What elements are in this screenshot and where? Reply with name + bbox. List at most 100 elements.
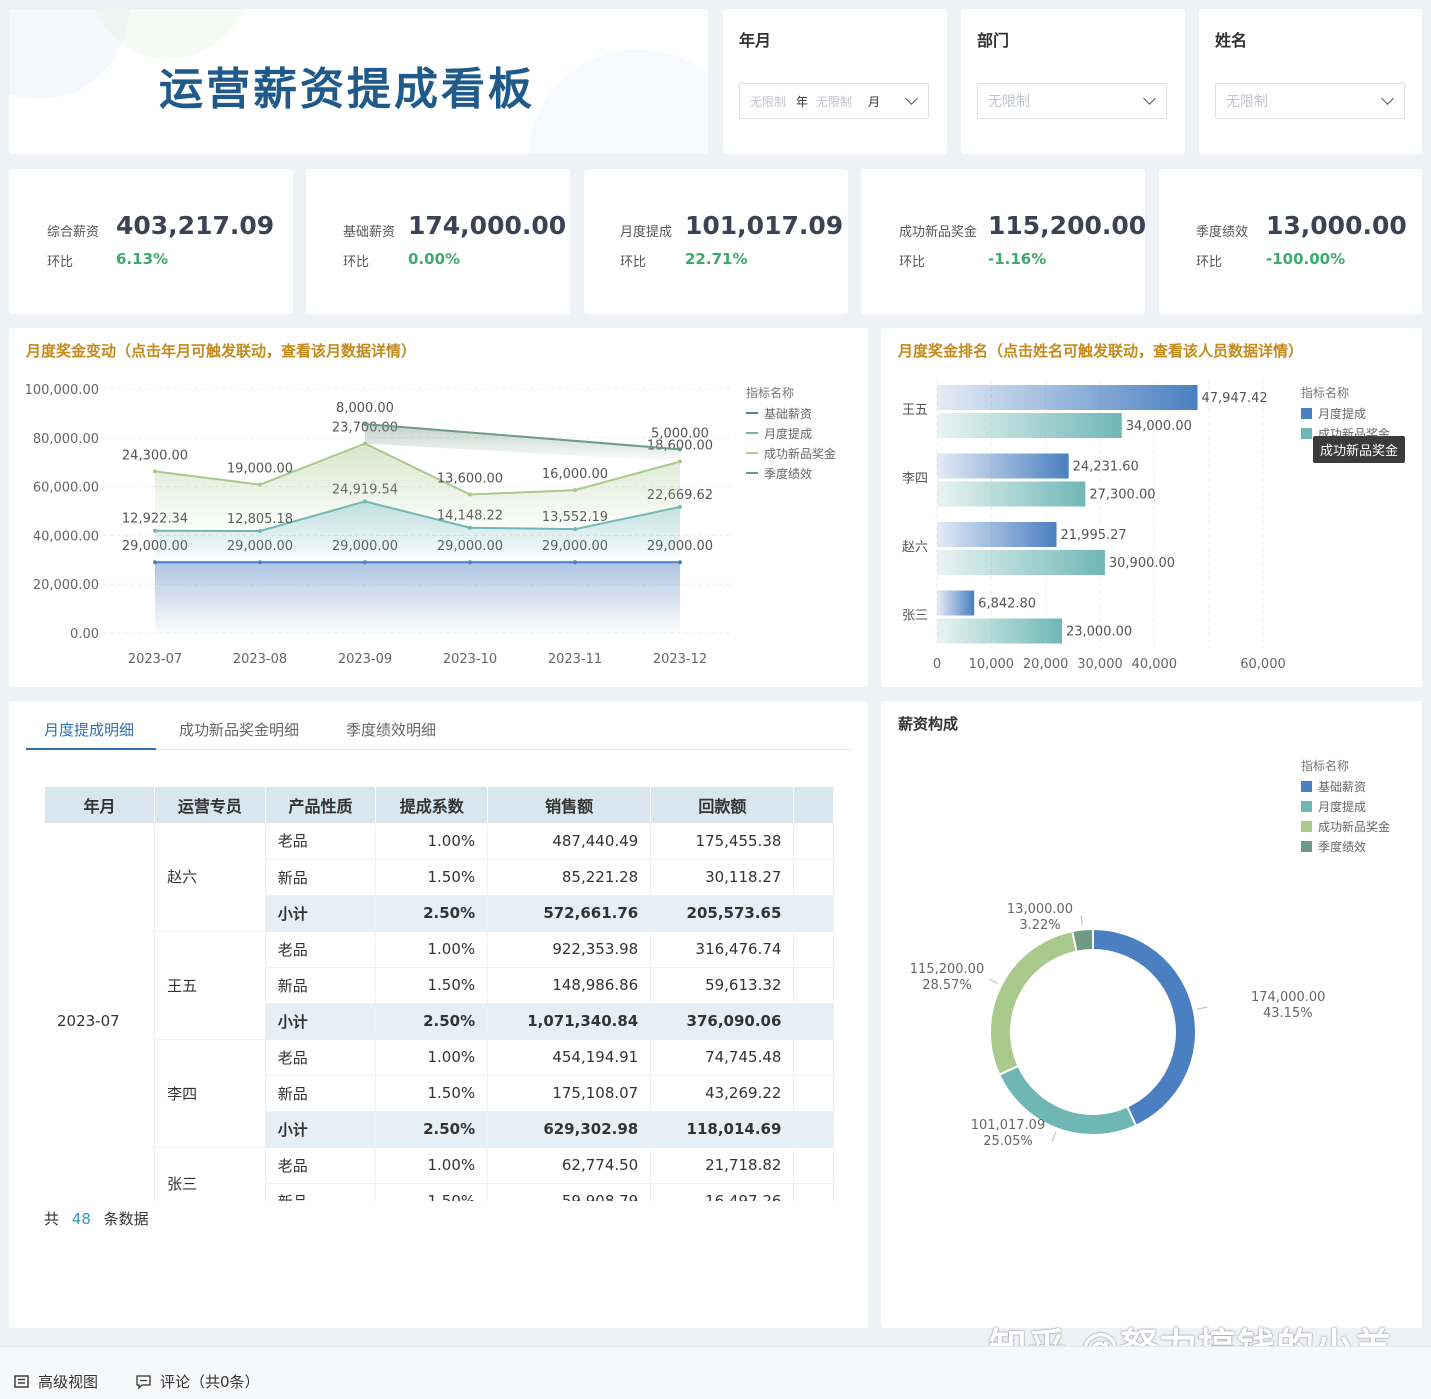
x-tick-label: 2023-09 [338, 652, 392, 667]
filter-dept-label: 部门 [977, 31, 1010, 50]
cell: 376,090.06 [650, 1003, 795, 1040]
legend-item[interactable]: 季度绩效 [746, 463, 836, 483]
legend-item[interactable]: 成功新品奖金 [746, 443, 836, 463]
kpi-card-commission: 月度提成 101,017.09 环比 22.71% [584, 169, 848, 314]
table-row[interactable]: 张三 老品 1.00% 62,774.50 21,718.82 [45, 1147, 834, 1201]
legend-item[interactable]: 月度提成 [746, 423, 836, 443]
legend-swatch [1301, 407, 1312, 419]
kpi-hb-label: 环比 [47, 255, 74, 270]
kpi-hb-label: 环比 [343, 255, 370, 270]
month-select[interactable]: 无限制 年 无限制 月 [739, 83, 929, 119]
year-placeholder: 无限制 [750, 94, 787, 109]
cell: 1.50% [375, 1183, 489, 1201]
bar-label: 34,000.00 [1126, 419, 1192, 434]
cell: 1,071,340.84 [487, 1003, 652, 1040]
month-placeholder: 无限制 [816, 94, 853, 109]
kpi-value: 115,200.00 [988, 211, 1145, 240]
x-tick-label: 20,000 [1023, 657, 1068, 672]
legend-item[interactable]: 基础薪资 [1301, 776, 1390, 796]
cell-overflow [793, 1147, 834, 1184]
kpi-pct: 22.71% [685, 250, 748, 268]
kpi-card-quarterly: 季度绩效 13,000.00 环比 -100.00% [1159, 169, 1422, 314]
cell: 316,476.74 [650, 931, 795, 968]
bar [937, 453, 1069, 479]
cell-overflow [793, 823, 834, 860]
legend-label: 月度提成 [1318, 406, 1367, 421]
cell: 老品 [265, 823, 377, 860]
cell: 59,613.32 [650, 967, 795, 1004]
bar-chart[interactable]: 0 10,000 20,000 30,000 40,000 60,000 王五 47,947.… [881, 328, 1422, 687]
cell: 148,986.86 [487, 967, 652, 1004]
legend-item[interactable]: 季度绩效 [1301, 836, 1390, 856]
legend-item[interactable]: 月度提成 [1301, 403, 1390, 423]
cell: 1.00% [375, 823, 489, 860]
col-header[interactable]: 产品性质 [265, 787, 377, 823]
cell: 2.50% [375, 1003, 489, 1040]
donut-slice [1071, 927, 1094, 953]
col-header[interactable]: 提成系数 [375, 787, 489, 823]
cell: 74,745.48 [650, 1039, 795, 1076]
table-header-row: 年月 运营专员 产品性质 提成系数 销售额 回款额 [45, 787, 834, 823]
cell-overflow [793, 967, 834, 1004]
comments-button[interactable]: 评论（共0条） [136, 1371, 260, 1392]
person-cell: 赵六 [154, 823, 266, 932]
bottom-bar: 高级视图 评论（共0条） [0, 1346, 1431, 1399]
cell: 922,353.98 [487, 931, 652, 968]
legend-swatch [1301, 800, 1312, 812]
col-header[interactable]: 销售额 [487, 787, 652, 823]
name-select[interactable]: 无限制 [1215, 83, 1405, 119]
slice-pct-label: 28.57% [922, 978, 972, 993]
cell: 30,118.27 [650, 859, 795, 896]
line-chart[interactable]: 100,000.00 80,000.00 60,000.00 40,000.00 20,… [9, 328, 868, 687]
kpi-name: 基础薪资 [343, 225, 396, 240]
chevron-down-icon [1381, 92, 1394, 105]
chart-tooltip: 成功新品奖金 [1313, 436, 1406, 463]
legend-item[interactable]: 基础薪资 [746, 403, 836, 423]
total-count: 48 [71, 1210, 91, 1228]
dept-select[interactable]: 无限制 [977, 83, 1167, 119]
cell: 205,573.65 [650, 895, 795, 932]
table-row[interactable]: 李四 老品 1.00% 454,194.91 74,745.48 [45, 1039, 834, 1148]
legend-item[interactable]: 月度提成 [1301, 796, 1390, 816]
y-tick-label: 李四 [902, 472, 928, 487]
person-cell: 张三 [154, 1147, 266, 1201]
data-label: 5,000.00 [651, 426, 709, 441]
y-tick-label: 赵六 [902, 540, 928, 555]
advanced-view-button[interactable]: 高级视图 [14, 1371, 98, 1392]
table-row[interactable]: 2023-07 赵六 老品 1.00% 487,440.49 175,455.3… [45, 823, 834, 1201]
legend-label: 季度绩效 [1318, 839, 1367, 854]
cell: 1.50% [375, 859, 489, 896]
bar-label: 27,300.00 [1089, 488, 1155, 503]
bar-label: 23,000.00 [1066, 625, 1132, 640]
cell: 小计 [265, 895, 377, 932]
cell: 2.50% [375, 1111, 489, 1148]
bar [937, 385, 1198, 410]
y-tick-label: 张三 [902, 609, 928, 624]
col-header[interactable]: 运营专员 [154, 787, 266, 823]
legend-item[interactable]: 成功新品奖金 [1301, 816, 1390, 836]
col-header[interactable]: 回款额 [650, 787, 795, 823]
y-tick-label: 40,000.00 [33, 529, 99, 544]
cell-overflow [793, 859, 834, 896]
filter-name-card: 姓名 无限制 [1199, 9, 1422, 154]
x-tick-label: 30,000 [1077, 657, 1123, 672]
col-header[interactable]: 年月 [45, 787, 156, 823]
legend-swatch [1301, 840, 1312, 852]
legend-swatch [1301, 820, 1312, 832]
legend-label: 成功新品奖金 [764, 446, 837, 461]
cell-overflow [793, 1003, 834, 1040]
bar-label: 47,947.42 [1202, 391, 1268, 406]
cell: 新品 [265, 859, 377, 896]
label-leader [1197, 1006, 1208, 1010]
comments-label: 评论（共0条） [160, 1373, 260, 1391]
bar [937, 413, 1122, 438]
table-viewport[interactable]: 年月 运营专员 产品性质 提成系数 销售额 回款额 2023-07 赵六 老品 … [9, 701, 834, 1201]
table-row[interactable]: 王五 老品 1.00% 922,353.98 316,476.74 [45, 931, 834, 1040]
kpi-name: 季度绩效 [1196, 225, 1249, 240]
cell: 新品 [265, 967, 377, 1004]
line-chart-legend: 指标名称 基础薪资 月度提成 成功新品奖金 季度绩效 [746, 384, 836, 483]
data-point [258, 482, 262, 487]
label-leader [988, 978, 998, 984]
dept-placeholder: 无限制 [988, 94, 1030, 110]
label-leader [1051, 1132, 1057, 1142]
